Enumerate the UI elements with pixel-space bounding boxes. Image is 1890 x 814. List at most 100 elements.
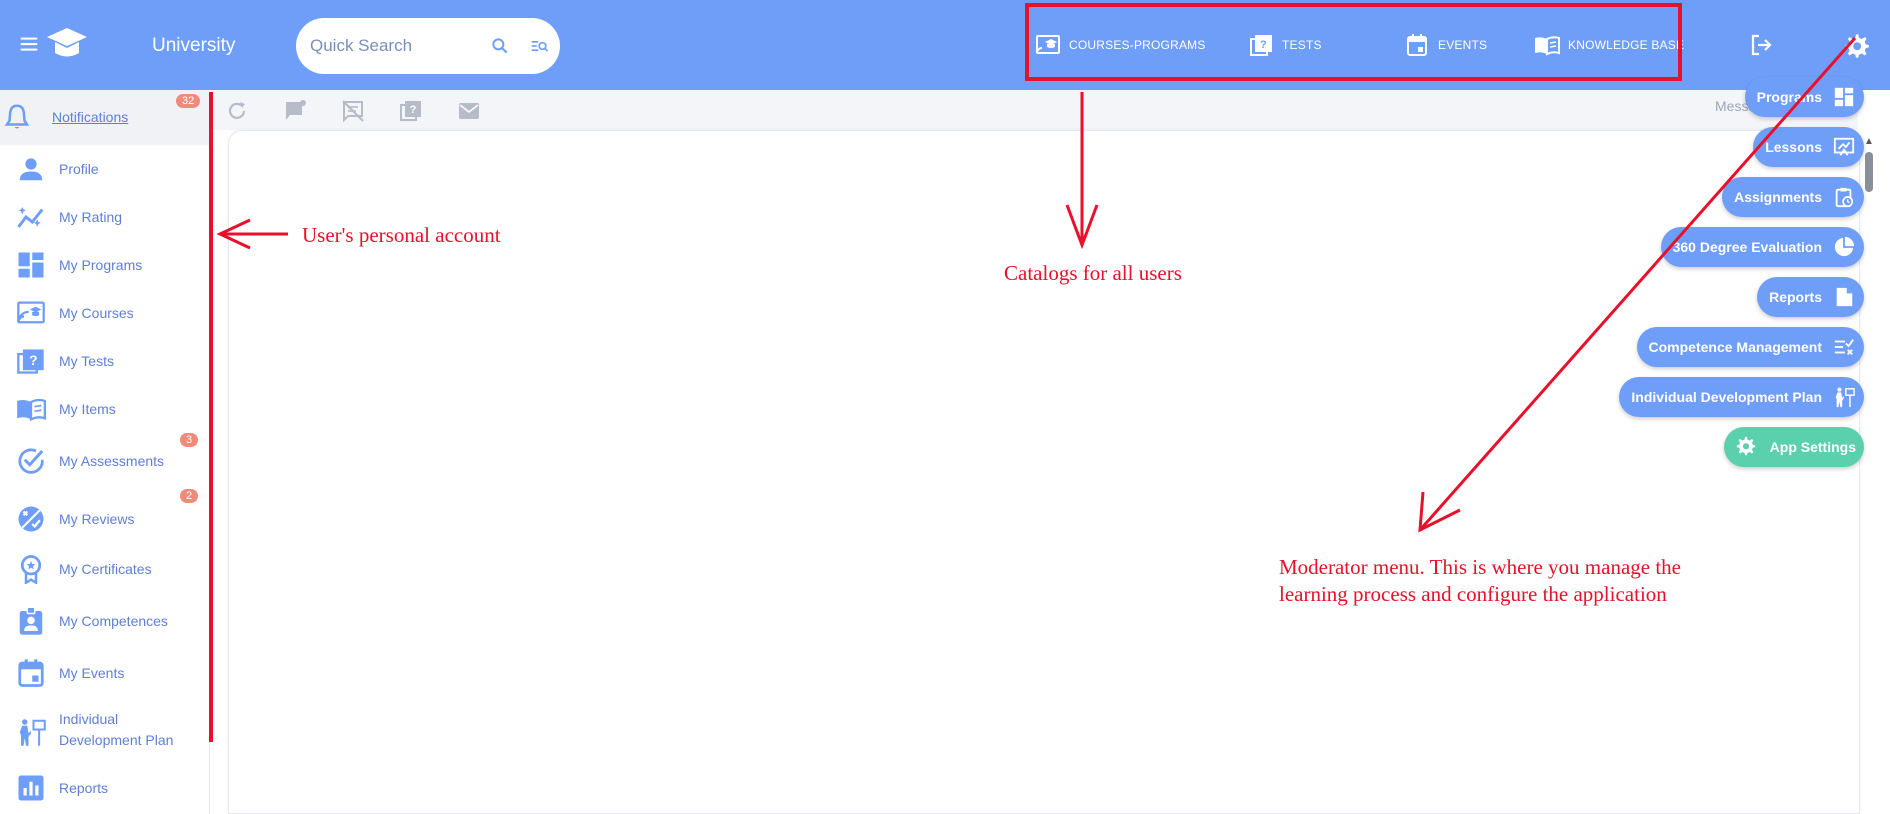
sidebar-item-profile[interactable]: Profile <box>0 145 210 193</box>
refresh-icon[interactable] <box>225 99 249 123</box>
sidebar-item-label: My Certificates <box>59 561 152 577</box>
sidebar-item-individual-development-plan[interactable]: Individual Development Plan <box>0 697 210 767</box>
mod-label: Individual Development Plan <box>1631 389 1822 405</box>
nav-label: EVENTS <box>1438 38 1488 52</box>
nav-events[interactable]: EVENTS <box>1404 30 1487 60</box>
sidebar-item-label: Notifications <box>52 109 129 125</box>
sidebar-item-label: My Programs <box>59 257 143 273</box>
sidebar-item-my-rating[interactable]: My Rating <box>0 193 210 241</box>
assignment-icon <box>1832 185 1856 209</box>
sidebar-item-label: My Competences <box>59 613 168 629</box>
moderator-lessons-button[interactable]: Lessons <box>1753 127 1864 167</box>
quiz-icon[interactable]: ? <box>399 99 423 123</box>
calendar-icon <box>1407 34 1427 56</box>
sidebar-item-label: My Events <box>59 665 125 681</box>
mod-label: Reports <box>1769 289 1822 305</box>
checklist-icon <box>1832 335 1856 359</box>
dashboard-icon <box>1832 85 1856 109</box>
moderator-programs-button[interactable]: Programs <box>1744 77 1864 117</box>
menu-icon[interactable] <box>18 33 40 55</box>
quiz-icon: ? <box>14 344 48 378</box>
cast-education-icon <box>14 296 48 330</box>
search-input[interactable] <box>310 32 470 60</box>
sidebar-item-label: Individual Development Plan <box>59 709 173 751</box>
mail-icon[interactable] <box>457 99 481 123</box>
person-icon <box>14 152 48 186</box>
sidebar-scroll-indicator <box>209 92 213 742</box>
review-icon <box>14 502 48 536</box>
nav-label: KNOWLEDGE BASE <box>1568 38 1685 52</box>
moderator-individual-development-plan-button[interactable]: Individual Development Plan <box>1619 377 1864 417</box>
logout-icon[interactable] <box>1749 33 1773 57</box>
development-plan-icon <box>1832 385 1856 409</box>
sidebar-item-label: My Courses <box>59 305 134 321</box>
notifications-count-badge: 32 <box>176 94 201 108</box>
search-icon[interactable] <box>490 36 510 56</box>
sidebar-item-my-events[interactable]: My Events <box>0 649 210 697</box>
badge-icon <box>14 604 48 638</box>
moderator-app-settings-button[interactable]: App Settings <box>1723 427 1864 467</box>
scroll-up-arrow-icon[interactable]: ▲ <box>1864 136 1874 147</box>
reviews-count-badge: 2 <box>180 489 199 503</box>
sidebar-item-reports[interactable]: Reports <box>0 767 210 809</box>
moderator-reports-button[interactable]: Reports <box>1757 277 1864 317</box>
sidebar-item-notifications[interactable]: Notifications 32 <box>0 90 210 145</box>
sidebar-item-my-courses[interactable]: My Courses <box>0 289 210 337</box>
page: University COURSES-PROGRAMS ? TESTS EVEN… <box>0 0 1890 814</box>
dashboard-icon <box>14 248 48 282</box>
sidebar-item-my-competences[interactable]: My Competences <box>0 593 210 649</box>
mod-label: Programs <box>1756 89 1822 105</box>
svg-text:?: ? <box>1260 39 1267 51</box>
sidebar-item-label: Profile <box>59 161 99 177</box>
top-bar: University COURSES-PROGRAMS ? TESTS EVEN… <box>0 0 1890 90</box>
sidebar-item-my-assessments[interactable]: My Assessments 3 <box>0 433 210 489</box>
sidebar-item-label: Reports <box>59 780 109 796</box>
sidebar-item-my-programs[interactable]: My Programs <box>0 241 210 289</box>
svg-text:?: ? <box>410 104 417 116</box>
lesson-icon <box>1832 135 1856 159</box>
calendar-icon <box>14 656 48 690</box>
gear-icon <box>1734 435 1758 459</box>
sidebar-item-label: My Assessments <box>59 453 165 469</box>
advanced-search-icon[interactable] <box>530 36 550 56</box>
report-doc-icon <box>1832 285 1856 309</box>
mod-label: Competence Management <box>1648 339 1822 355</box>
check-circle-icon <box>14 444 48 478</box>
mod-label: 360 Degree Evaluation <box>1672 239 1822 255</box>
development-plan-icon <box>14 715 48 749</box>
mod-label: App Settings <box>1769 439 1856 455</box>
mod-label: Assignments <box>1734 189 1822 205</box>
gear-icon[interactable] <box>1842 32 1870 60</box>
sidebar-item-my-tests[interactable]: ? My Tests <box>0 337 210 385</box>
bell-icon <box>0 100 34 134</box>
sidebar-item-my-reviews[interactable]: My Reviews 2 <box>0 489 210 545</box>
sidebar-item-label: My Tests <box>59 353 114 369</box>
sidebar-item-label: My Rating <box>59 209 123 225</box>
nav-label: COURSES-PROGRAMS <box>1069 38 1206 52</box>
sidebar-item-my-items[interactable]: My Items <box>0 385 210 433</box>
moderator-competence-management-button[interactable]: Competence Management <box>1636 327 1864 367</box>
comment-icon[interactable] <box>283 99 307 123</box>
moderator-360-evaluation-button[interactable]: 360 Degree Evaluation <box>1660 227 1864 267</box>
app-title: University <box>152 35 236 56</box>
content-toolbar: ? <box>213 90 1858 130</box>
svg-text:?: ? <box>29 352 37 368</box>
sidebar-item-my-certificates[interactable]: My Certificates <box>0 545 210 593</box>
nav-label: TESTS <box>1282 38 1322 52</box>
sidebar-item-label: My Items <box>59 401 116 417</box>
cast-education-icon <box>1036 35 1060 54</box>
nav-knowledge-base[interactable]: KNOWLEDGE BASE <box>1534 30 1684 60</box>
sidebar: Notifications 32 Profile My Rating My Pr… <box>0 90 210 814</box>
graduation-cap-logo-icon[interactable] <box>46 26 88 62</box>
book-icon <box>1535 36 1560 56</box>
nav-tests[interactable]: ? TESTS <box>1248 30 1322 60</box>
moderator-assignments-button[interactable]: Assignments <box>1722 177 1864 217</box>
nav-courses-programs[interactable]: COURSES-PROGRAMS <box>1035 30 1206 60</box>
certificate-icon <box>14 552 48 586</box>
book-icon <box>14 392 48 426</box>
comment-off-icon[interactable] <box>341 99 365 123</box>
reports-icon <box>14 771 48 805</box>
rating-chart-icon <box>14 200 48 234</box>
pie-chart-icon <box>1832 235 1856 259</box>
scrollbar-thumb[interactable] <box>1865 152 1873 192</box>
